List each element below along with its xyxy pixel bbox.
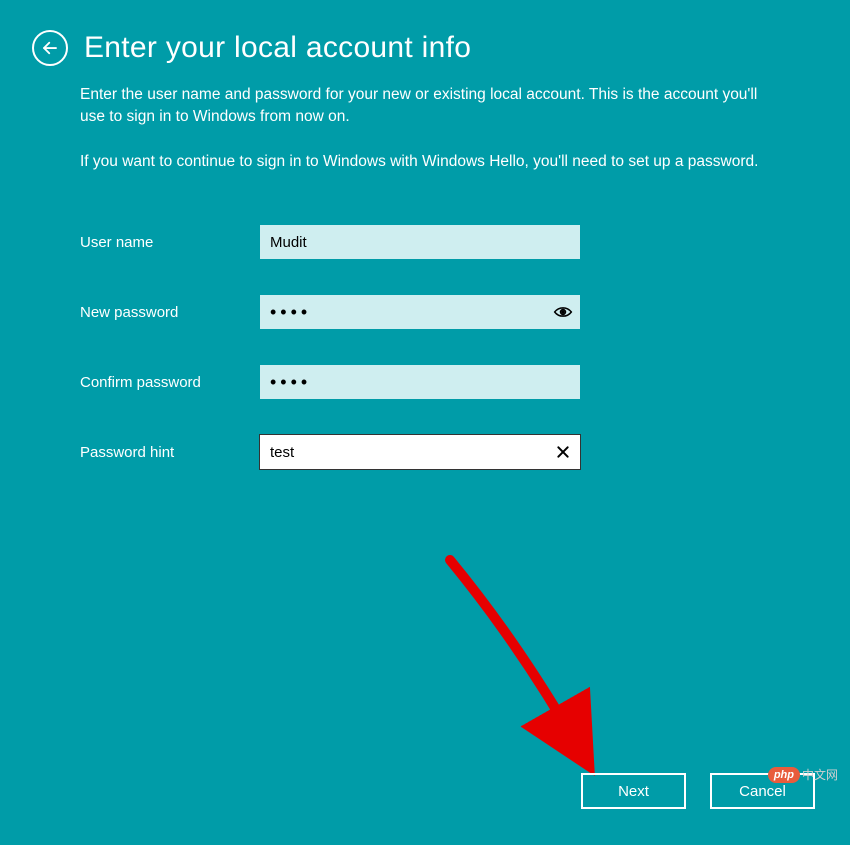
footer-buttons: Next Cancel: [581, 773, 815, 809]
confirm-password-label: Confirm password: [80, 374, 260, 391]
confirm-password-input[interactable]: ••••: [260, 365, 580, 399]
page-title: Enter your local account info: [84, 31, 471, 65]
back-arrow-icon: [41, 39, 59, 57]
clear-input-button[interactable]: [546, 435, 580, 469]
new-password-label: New password: [80, 304, 260, 321]
annotation-arrow-icon: [430, 555, 610, 785]
new-password-row: New password ••••: [80, 295, 770, 329]
password-hint-input-wrapper[interactable]: [260, 435, 580, 469]
description: Enter the user name and password for you…: [0, 66, 850, 173]
password-hint-label: Password hint: [80, 444, 260, 461]
username-input-wrapper[interactable]: [260, 225, 580, 259]
cancel-button[interactable]: Cancel: [710, 773, 815, 809]
username-label: User name: [80, 234, 260, 251]
password-hint-row: Password hint: [80, 435, 770, 469]
next-button[interactable]: Next: [581, 773, 686, 809]
username-input[interactable]: [260, 225, 580, 259]
header: Enter your local account info: [0, 0, 850, 66]
password-hint-input[interactable]: [260, 435, 546, 469]
description-paragraph-1: Enter the user name and password for you…: [80, 84, 770, 129]
back-button[interactable]: [32, 30, 68, 66]
username-row: User name: [80, 225, 770, 259]
confirm-password-row: Confirm password ••••: [80, 365, 770, 399]
confirm-password-input-wrapper[interactable]: ••••: [260, 365, 580, 399]
new-password-input[interactable]: ••••: [260, 295, 546, 329]
close-icon: [555, 444, 571, 460]
eye-icon: [553, 302, 573, 322]
password-reveal-button[interactable]: [546, 295, 580, 329]
description-paragraph-2: If you want to continue to sign in to Wi…: [80, 151, 770, 173]
form: User name New password •••• Confirm pass…: [0, 195, 850, 469]
new-password-input-wrapper[interactable]: ••••: [260, 295, 580, 329]
